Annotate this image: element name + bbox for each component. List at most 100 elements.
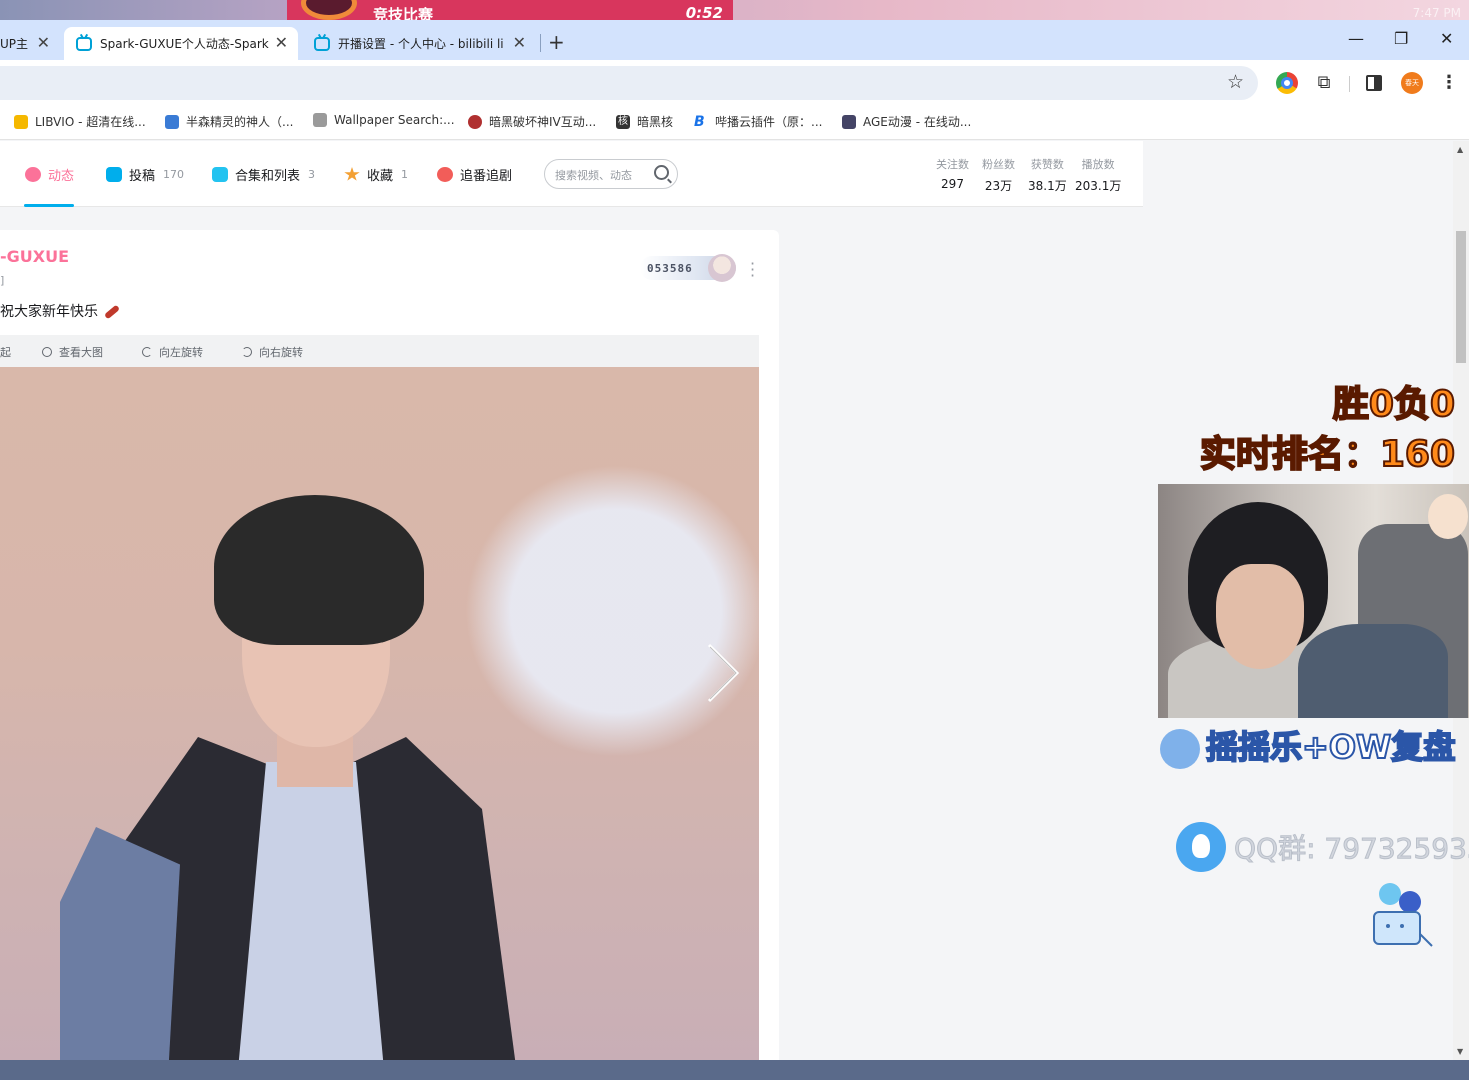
photo-sleeve: [60, 827, 180, 1060]
profile-avatar[interactable]: 春天: [1401, 72, 1423, 94]
tab-up[interactable]: UP主 ✕: [0, 27, 60, 60]
nav-item-collections[interactable]: 合集和列表 3: [212, 165, 315, 184]
doc-icon: [165, 114, 179, 129]
post-text: 祝大家新年快乐: [0, 301, 121, 321]
stat-plays: 播放数 203.1万: [1075, 156, 1121, 194]
bookmark-libvio[interactable]: LIBVIO - 超清在线...: [14, 113, 146, 130]
stat-label: 获赞数: [1030, 158, 1064, 171]
rotate-left-icon: [142, 347, 152, 357]
post-photo[interactable]: [0, 367, 759, 1060]
toolbar-separator: [1349, 76, 1350, 92]
nav-count: 3: [308, 168, 316, 181]
bookmark-age[interactable]: AGE动漫 - 在线动...: [842, 113, 971, 130]
next-image-arrow-icon[interactable]: [703, 641, 743, 705]
bibo-icon: B: [694, 113, 705, 130]
tab-spark-space[interactable]: Spark-GUXUE个人动态-Spark ✕: [64, 27, 298, 60]
scroll-up-icon[interactable]: ▲: [1457, 145, 1463, 154]
close-icon[interactable]: ✕: [37, 35, 50, 51]
image-toolbar: 起 查看大图 向左旋转 向右旋转: [0, 335, 759, 367]
post-author-name[interactable]: -GUXUE: [0, 247, 69, 266]
webcam-face: [1216, 564, 1304, 669]
nav-count: 170: [163, 168, 185, 181]
rotate-right-icon: [242, 347, 252, 357]
search-icon[interactable]: [654, 165, 669, 180]
side-panel-icon[interactable]: [1366, 75, 1382, 91]
bookmark-bibo[interactable]: B 哔播云插件（原：...: [694, 113, 822, 130]
search-placeholder: 搜索视频、动态: [555, 169, 632, 182]
bookmark-diablo[interactable]: 暗黑破坏神IV互动...: [468, 113, 596, 130]
space-search-input[interactable]: 搜索视频、动态: [544, 159, 678, 189]
nav-label: 合集和列表: [235, 169, 301, 184]
libvio-icon: [14, 114, 28, 129]
collapse-button[interactable]: 起: [0, 344, 11, 360]
bookmark-label: 哔播云插件（原：...: [715, 115, 823, 129]
stat-likes: 获赞数 38.1万: [1028, 156, 1067, 194]
stat-label: 播放数: [1081, 158, 1115, 171]
bookmark-label: 半森精灵的神人（...: [186, 115, 294, 129]
webcam-jacket: [1298, 624, 1448, 718]
playlist-icon: [212, 167, 228, 182]
tab-label: 开播设置 - 个人中心 - bilibili li: [338, 37, 504, 51]
stat-value: 38.1万: [1028, 179, 1067, 193]
tool-label: 起: [0, 346, 11, 359]
stat-value: 23万: [984, 179, 1013, 193]
minimize-button[interactable]: —: [1348, 29, 1364, 48]
magnifier-icon: [42, 347, 52, 357]
address-bar[interactable]: ☆: [0, 66, 1258, 100]
dynamic-post-card: -GUXUE ] 祝大家新年快乐 053586 · · · 起 查看大图 向左旋转: [0, 230, 779, 1060]
stat-followers[interactable]: 粉丝数 23万: [982, 156, 1015, 194]
fan-badge-number: 053586: [647, 262, 693, 275]
stat-following[interactable]: 关注数 297: [936, 156, 969, 191]
fan-badge[interactable]: 053586: [640, 254, 736, 282]
tab-label: Spark-GUXUE个人动态-Spark: [100, 37, 269, 51]
new-tab-button[interactable]: +: [548, 30, 565, 54]
stream-banner-title: 竞技比赛: [373, 6, 434, 20]
post-text-content: 祝大家新年快乐: [0, 304, 98, 320]
more-options-icon[interactable]: · · ·: [750, 256, 755, 284]
scrollbar-thumb[interactable]: [1456, 231, 1466, 363]
kebab-menu-icon[interactable]: ⋮: [1438, 72, 1460, 94]
star-icon: [344, 167, 360, 181]
stream-title-overlay: 摇摇乐+OW复盘: [1160, 722, 1469, 769]
bookmark-wallpaper[interactable]: Wallpaper Search:...: [313, 113, 455, 127]
score-rank: 实时排名：160: [1199, 433, 1456, 476]
bilibili-tv-icon: [76, 36, 92, 51]
stream-clock: 7:47 PM: [1412, 6, 1461, 20]
close-window-button[interactable]: ✕: [1440, 29, 1453, 48]
photo-hair: [214, 495, 424, 645]
scroll-down-icon[interactable]: ▼: [1457, 1047, 1463, 1056]
bookmark-label: AGE动漫 - 在线动...: [863, 115, 972, 129]
stat-value: 297: [941, 177, 964, 191]
nav-item-favorites[interactable]: 收藏 1: [344, 165, 408, 184]
stat-value: 203.1万: [1075, 179, 1122, 193]
browser-tab-bar: UP主 ✕ Spark-GUXUE个人动态-Spark ✕ 开播设置 - 个人中…: [0, 20, 1469, 60]
chrome-extension-icon[interactable]: [1276, 72, 1298, 94]
nav-item-dynamic[interactable]: 动态: [25, 165, 74, 184]
tool-label: 查看大图: [59, 346, 103, 359]
puzzle-extensions-icon[interactable]: ⧉: [1313, 72, 1335, 94]
bookmark-label: Wallpaper Search:...: [334, 113, 455, 127]
bookmark-bansen[interactable]: 半森精灵的神人（...: [165, 113, 293, 130]
overwatch-logo-icon: [301, 0, 357, 20]
badge-avatar: [708, 254, 736, 282]
bookmark-anheihe[interactable]: 核 暗黑核: [616, 113, 673, 130]
rotate-left-button[interactable]: 向左旋转: [142, 344, 203, 360]
nav-label: 投稿: [129, 169, 156, 184]
rotate-right-button[interactable]: 向右旋转: [242, 344, 303, 360]
view-large-button[interactable]: 查看大图: [42, 344, 103, 360]
close-icon[interactable]: ✕: [275, 35, 288, 51]
nav-item-bangumi[interactable]: 追番追剧: [437, 165, 512, 184]
maximize-button[interactable]: ❐: [1394, 29, 1408, 48]
tool-label: 向右旋转: [259, 346, 303, 359]
firecracker-emoji-icon: [103, 304, 121, 320]
wallpaper-icon: [313, 113, 327, 127]
nav-item-uploads[interactable]: 投稿 170: [106, 165, 184, 184]
tab-separator: [540, 34, 541, 52]
bookmark-label: 暗黑核: [637, 115, 674, 129]
tab-live-settings[interactable]: 开播设置 - 个人中心 - bilibili li ✕: [304, 27, 536, 60]
bookmark-star-icon[interactable]: ☆: [1227, 71, 1244, 93]
bilibili-tv-icon: [314, 36, 330, 51]
nav-active-indicator: [24, 204, 74, 207]
stream-top-strip: 竞技比赛 0:52 7:47 PM: [0, 0, 1469, 20]
close-icon[interactable]: ✕: [513, 35, 526, 51]
